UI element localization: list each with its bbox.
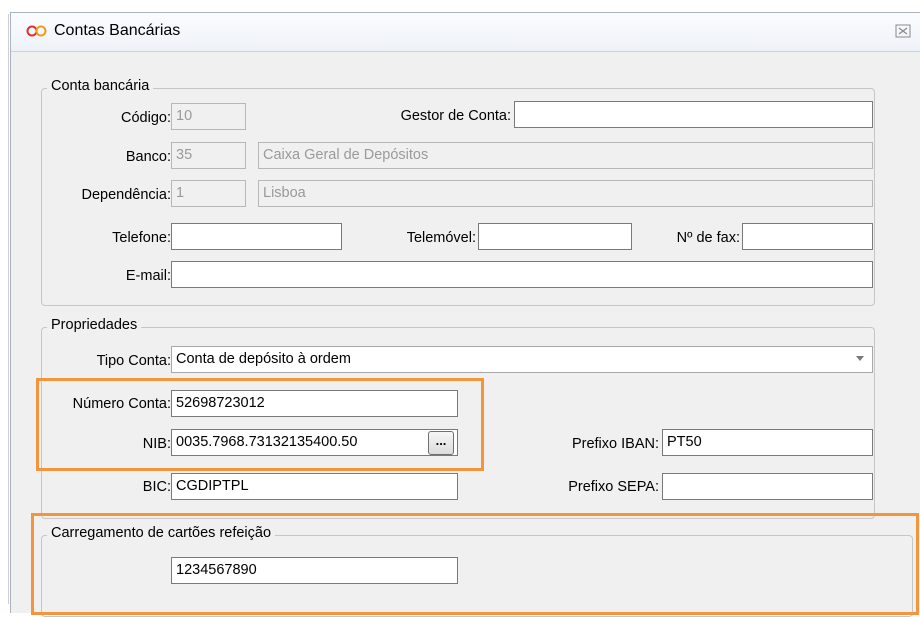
gestor-field[interactable] — [514, 101, 873, 128]
dialog-window: Contas Bancárias Conta bancária Código: … — [10, 12, 920, 617]
tipo-conta-label: Tipo Conta: — [96, 353, 171, 369]
codigo-field[interactable]: 10 — [171, 103, 246, 130]
fax-label: Nº de fax: — [676, 230, 740, 246]
telemovel-field[interactable] — [478, 223, 632, 250]
group-conta-bancaria-legend: Conta bancária — [47, 78, 154, 94]
app-logo-icon — [26, 25, 47, 37]
fax-field[interactable] — [742, 223, 873, 250]
email-label: E-mail: — [125, 268, 171, 284]
highlight-box-account-numbers — [36, 378, 484, 471]
bic-field[interactable]: CGDIPTPL — [171, 473, 458, 500]
email-field[interactable] — [171, 261, 873, 288]
prefixo-iban-field[interactable]: PT50 — [662, 429, 873, 456]
dependencia-code-field[interactable]: 1 — [171, 180, 246, 207]
tipo-conta-value: Conta de depósito à ordem — [176, 351, 351, 367]
dependencia-name-field[interactable]: Lisboa — [258, 180, 873, 207]
banco-label: Banco: — [125, 149, 171, 165]
telefone-field[interactable] — [171, 223, 342, 250]
banco-code-field[interactable]: 35 — [171, 142, 246, 169]
telefone-label: Telefone: — [112, 230, 171, 246]
tipo-conta-select[interactable]: Conta de depósito à ordem — [171, 346, 873, 373]
bic-label: BIC: — [142, 479, 171, 495]
gestor-label: Gestor de Conta: — [400, 108, 511, 124]
prefixo-sepa-label: Prefixo SEPA: — [568, 479, 659, 495]
title-bar: Contas Bancárias — [11, 13, 920, 52]
window-title: Contas Bancárias — [54, 22, 181, 39]
background-edge — [0, 0, 10, 604]
prefixo-iban-label: Prefixo IBAN: — [571, 436, 659, 452]
group-propriedades-legend: Propriedades — [47, 317, 142, 333]
dropdown-arrow-icon[interactable] — [856, 356, 864, 361]
prefixo-sepa-field[interactable] — [662, 473, 873, 500]
telemovel-label: Telemóvel: — [406, 230, 476, 246]
highlight-box-carregamento — [31, 513, 919, 615]
close-icon[interactable] — [895, 23, 911, 39]
banco-name-field[interactable]: Caixa Geral de Depósitos — [258, 142, 873, 169]
codigo-label: Código: — [121, 110, 171, 126]
dependencia-label: Dependência: — [81, 187, 172, 203]
